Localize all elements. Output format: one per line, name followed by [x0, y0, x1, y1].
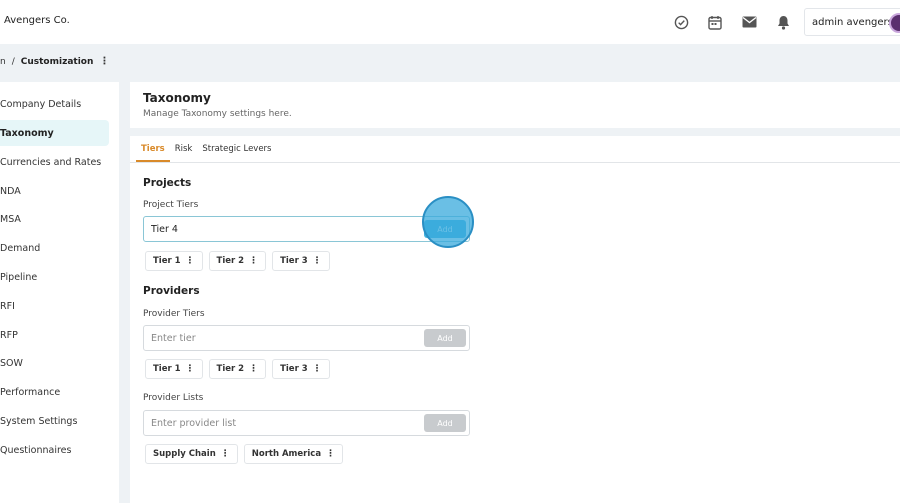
- page-header: Taxonomy Manage Taxonomy settings here.: [130, 82, 900, 128]
- project-tier-input-group: Add: [143, 216, 470, 242]
- sidebar-item-label: Currencies and Rates: [0, 156, 102, 168]
- provider-tier-chip[interactable]: Tier 1 ⋮: [145, 359, 203, 379]
- sidebar-item-label: Company Details: [0, 98, 82, 110]
- breadcrumb-prev[interactable]: n: [0, 57, 6, 67]
- calendar-icon[interactable]: [706, 13, 724, 31]
- more-vertical-icon[interactable]: ⋮: [186, 256, 195, 266]
- tab-strategic-levers[interactable]: Strategic Levers: [197, 142, 276, 162]
- sidebar-item-demand[interactable]: Demand: [0, 235, 109, 261]
- breadcrumb-menu-icon[interactable]: ⋮: [99, 56, 109, 67]
- sidebar-item-label: SOW: [0, 357, 23, 369]
- company-name: Avengers Co.: [4, 15, 70, 26]
- breadcrumb: n / Customization ⋮: [0, 56, 109, 67]
- avatar: [889, 13, 900, 33]
- more-vertical-icon[interactable]: ⋮: [326, 449, 335, 459]
- provider-tiers-label: Provider Tiers: [143, 309, 205, 319]
- check-circle-icon[interactable]: [672, 13, 690, 31]
- more-vertical-icon[interactable]: ⋮: [249, 256, 258, 266]
- project-tiers-label: Project Tiers: [143, 200, 199, 210]
- top-bar: Avengers Co. admin avengers: [0, 0, 900, 44]
- sidebar-item-label: NDA: [0, 185, 21, 197]
- chip-label: Tier 3: [280, 256, 308, 266]
- top-icons: [672, 13, 792, 31]
- user-menu[interactable]: admin avengers: [804, 8, 900, 36]
- sidebar-item-label: Demand: [0, 242, 41, 254]
- sidebar-item-label: RFP: [0, 329, 18, 341]
- tab-bar: Tiers Risk Strategic Levers: [136, 142, 276, 162]
- page-subtitle: Manage Taxonomy settings here.: [143, 109, 292, 119]
- provider-tier-chip[interactable]: Tier 3 ⋮: [272, 359, 330, 379]
- provider-tier-chip[interactable]: Tier 2 ⋮: [208, 359, 267, 379]
- chip-label: Tier 2: [216, 364, 245, 374]
- sidebar-item-label: Pipeline: [0, 271, 38, 283]
- provider-list-input-group: Add: [143, 410, 470, 436]
- sidebar-item-system-settings[interactable]: System Settings: [0, 408, 109, 434]
- more-vertical-icon[interactable]: ⋮: [221, 449, 230, 459]
- sidebar-item-label: System Settings: [0, 415, 78, 427]
- provider-list-input[interactable]: [144, 411, 424, 435]
- chip-label: Tier 1: [153, 364, 181, 374]
- sidebar-item-currencies-and-rates[interactable]: Currencies and Rates: [0, 149, 109, 175]
- project-tier-add-button[interactable]: Add: [424, 220, 466, 238]
- more-vertical-icon[interactable]: ⋮: [249, 364, 258, 374]
- provider-tier-input-group: Add: [143, 325, 470, 351]
- bell-icon[interactable]: [774, 13, 792, 31]
- sidebar-item-label: Questionnaires: [0, 444, 72, 456]
- user-name: admin avengers: [812, 16, 893, 28]
- provider-list-chip[interactable]: North America ⋮: [243, 444, 344, 464]
- provider-lists-label: Provider Lists: [143, 393, 204, 403]
- breadcrumb-current: Customization: [20, 56, 94, 67]
- sidebar-item-sow[interactable]: SOW: [0, 350, 109, 376]
- project-tier-input[interactable]: [144, 217, 424, 241]
- sidebar-item-taxonomy[interactable]: Taxonomy: [0, 120, 109, 146]
- sidebar-item-pipeline[interactable]: Pipeline: [0, 264, 109, 290]
- chip-label: Tier 1: [153, 256, 181, 266]
- sidebar-item-performance[interactable]: Performance: [0, 379, 109, 405]
- sidebar-item-label: MSA: [0, 213, 21, 225]
- provider-tier-input[interactable]: [144, 326, 424, 350]
- sidebar-item-msa[interactable]: MSA: [0, 206, 109, 232]
- chip-label: North America: [251, 449, 322, 459]
- mail-icon[interactable]: [740, 13, 758, 31]
- breadcrumb-separator: /: [11, 56, 15, 67]
- provider-list-chips: Supply Chain ⋮ North America ⋮: [145, 444, 344, 464]
- provider-list-add-button[interactable]: Add: [424, 414, 466, 432]
- tab-tiers[interactable]: Tiers: [136, 142, 170, 162]
- tab-risk[interactable]: Risk: [170, 142, 198, 162]
- more-vertical-icon[interactable]: ⋮: [313, 256, 322, 266]
- tab-divider: [130, 162, 900, 163]
- sidebar-item-label: Taxonomy: [0, 127, 54, 139]
- provider-tier-chips: Tier 1 ⋮ Tier 2 ⋮ Tier 3 ⋮: [145, 359, 330, 379]
- sidebar-item-label: RFI: [0, 300, 15, 312]
- projects-title: Projects: [143, 177, 192, 189]
- project-tier-chip[interactable]: Tier 2 ⋮: [208, 251, 267, 271]
- project-tier-chip[interactable]: Tier 3 ⋮: [272, 251, 330, 271]
- sidebar-item-company-details[interactable]: Company Details: [0, 91, 109, 117]
- page-title: Taxonomy: [143, 91, 211, 105]
- more-vertical-icon[interactable]: ⋮: [313, 364, 322, 374]
- sidebar-item-label: Performance: [0, 386, 61, 398]
- chip-label: Tier 2: [216, 256, 245, 266]
- chip-label: Tier 3: [280, 364, 308, 374]
- sidebar-item-rfi[interactable]: RFI: [0, 293, 109, 319]
- sidebar-item-questionnaires[interactable]: Questionnaires: [0, 437, 109, 463]
- project-tier-chip[interactable]: Tier 1 ⋮: [145, 251, 203, 271]
- sidebar: Company Details Taxonomy Currencies and …: [0, 82, 119, 503]
- project-tier-chips: Tier 1 ⋮ Tier 2 ⋮ Tier 3 ⋮: [145, 251, 330, 271]
- sidebar-item-nda[interactable]: NDA: [0, 178, 109, 204]
- providers-title: Providers: [143, 285, 200, 297]
- provider-list-chip[interactable]: Supply Chain ⋮: [145, 444, 238, 464]
- provider-tier-add-button[interactable]: Add: [424, 329, 466, 347]
- chip-label: Supply Chain: [153, 449, 216, 459]
- taxonomy-panel: Tiers Risk Strategic Levers Projects Pro…: [130, 136, 900, 503]
- more-vertical-icon[interactable]: ⋮: [186, 364, 195, 374]
- sidebar-item-rfp[interactable]: RFP: [0, 322, 109, 348]
